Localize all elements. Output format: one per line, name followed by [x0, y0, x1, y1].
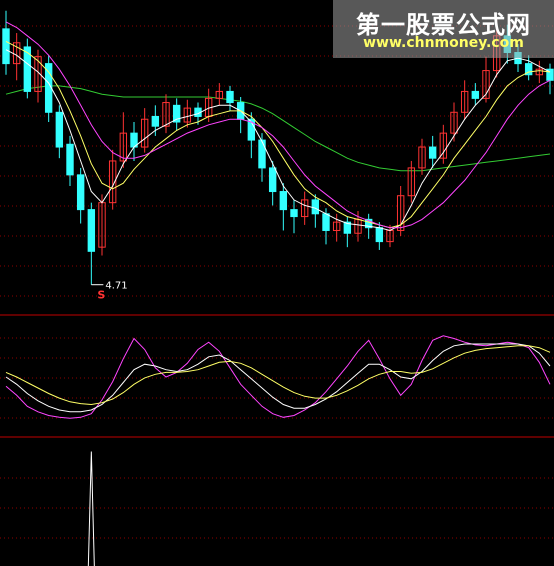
signal-bars — [87, 451, 95, 566]
ma-xlong-line — [5, 85, 551, 172]
oscillator-lines — [5, 335, 551, 419]
candle-body — [258, 139, 266, 169]
watermark-url: www.chnmoney.com — [363, 35, 524, 51]
signal-marker-s: S — [97, 289, 105, 302]
ma-xlong-line — [5, 85, 551, 172]
osc-slow-line — [5, 345, 551, 406]
ma-mid-line — [5, 40, 551, 229]
candle-body — [311, 199, 320, 215]
candle-body — [87, 209, 96, 252]
candle-body — [76, 174, 85, 211]
candle-body — [23, 46, 32, 92]
candle-body — [226, 90, 234, 104]
candle-body — [2, 28, 10, 65]
stock-chart: 4.71 S — [0, 10, 554, 566]
candle-body — [268, 167, 277, 193]
candle-body — [322, 213, 330, 231]
candle-body — [279, 191, 288, 211]
candle-body — [290, 209, 298, 218]
candle-body — [66, 143, 74, 176]
grid-lines — [0, 25, 554, 539]
candle-body — [471, 90, 480, 99]
candle-body — [375, 227, 384, 243]
low-price-label: 4.71 — [105, 281, 127, 292]
signal-spike — [87, 451, 95, 566]
annotations: 4.71 S — [91, 281, 128, 302]
candle-body — [55, 111, 64, 148]
watermark-banner: 第一股票公式网 www.chnmoney.com — [333, 0, 554, 58]
candle-body — [151, 115, 160, 127]
candle-body — [428, 146, 437, 159]
osc-fast-line — [5, 335, 551, 419]
